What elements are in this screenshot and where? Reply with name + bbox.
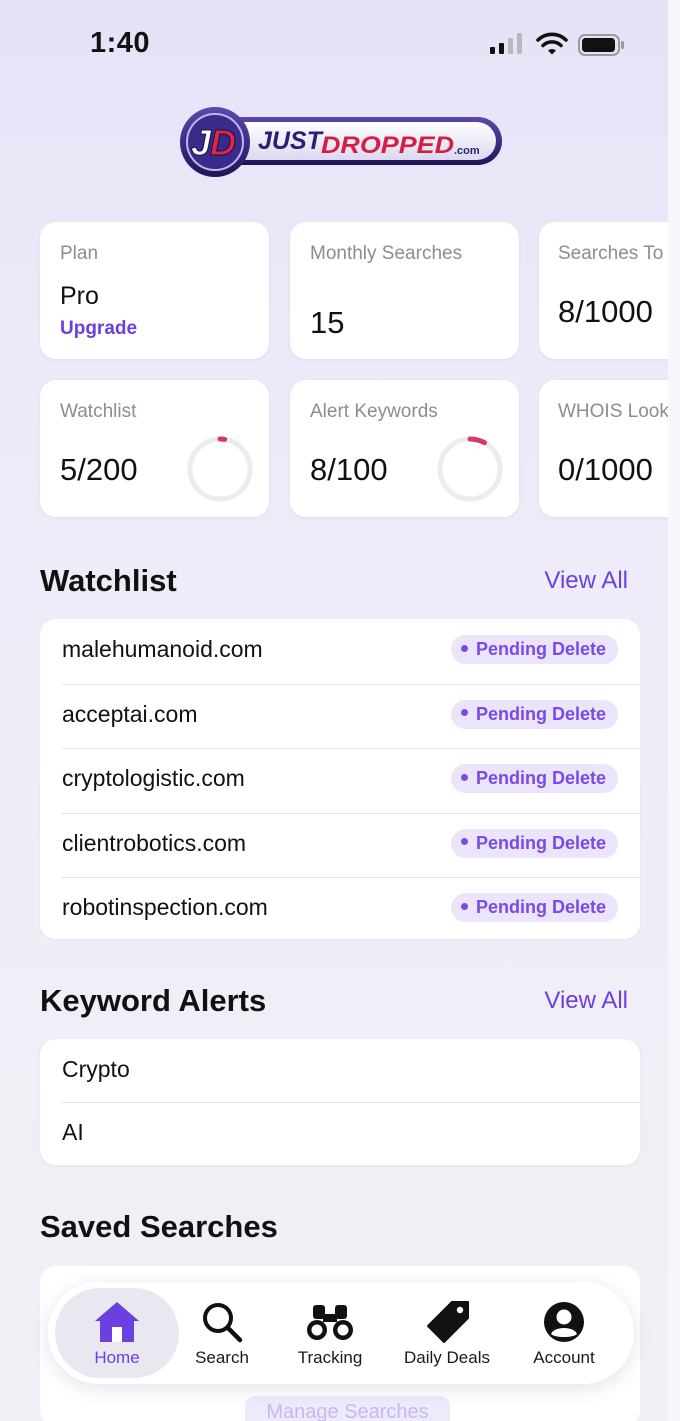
tag-icon [427,1301,469,1343]
saved-searches-heading: Saved Searches [40,1209,278,1244]
status-dot-icon [460,902,468,910]
logo-just: JUST [258,127,325,155]
plan-card: Plan Pro Upgrade [40,222,269,359]
svg-text:D: D [210,122,236,163]
status-badge: Pending Delete [450,764,618,793]
watchlist-row[interactable]: robotinspection.com Pending Delete [40,877,640,939]
watchlist-list: malehumanoid.com Pending Delete acceptai… [40,619,640,939]
tab-home-label: Home [94,1348,140,1367]
bottom-tab-bar: Home Search Tracking Daily Deals Account [48,1282,634,1384]
whois-lookups-card: WHOIS Look 0/1000 [539,380,668,517]
tab-account-label: Account [533,1348,595,1367]
watchlist-domain: clientrobotics.com [62,829,247,856]
cellular-signal-icon [490,33,522,54]
status-dot-icon [460,838,468,846]
watchlist-stat-value: 5/200 [60,452,138,487]
watchlist-row[interactable]: acceptai.com Pending Delete [40,683,640,749]
plan-label: Plan [60,243,99,264]
alert-keywords-progress-ring [437,436,503,502]
monthly-searches-label: Monthly Searches [310,243,463,264]
tab-daily-deals[interactable]: Daily Deals [388,1288,506,1378]
keyword-text: Crypto [62,1056,130,1082]
tab-search-label: Search [195,1348,249,1367]
tab-home[interactable]: Home [55,1288,179,1378]
status-time: 1:40 [90,27,151,59]
status-badge: Pending Delete [450,893,618,922]
status-dot-icon [460,644,468,652]
watchlist-domain: acceptai.com [62,700,198,727]
keyword-alerts-heading: Keyword Alerts [40,983,267,1018]
status-badge-text: Pending Delete [475,897,606,917]
watchlist-stat-label: Watchlist [60,401,137,422]
status-badge-text: Pending Delete [475,639,606,659]
status-badge-text: Pending Delete [475,768,606,788]
watchlist-domain: cryptologistic.com [62,765,245,791]
status-dot-icon [460,773,468,781]
keyword-text: AI [62,1119,84,1145]
status-badge: Pending Delete [450,635,618,664]
alert-keywords-value: 8/100 [310,452,388,487]
keyword-alerts-list: Crypto AI [40,1039,640,1165]
tab-tracking[interactable]: Tracking [280,1288,380,1378]
tab-account[interactable]: Account [518,1288,610,1378]
watchlist-progress-ring [187,436,253,502]
whois-lookups-label: WHOIS Look [558,401,668,422]
status-badge: Pending Delete [450,828,618,858]
status-badge-text: Pending Delete [475,703,606,724]
wifi-icon [536,32,568,55]
svg-text:J: J [191,122,212,163]
status-bar: 1:40 [0,0,668,90]
watchlist-row[interactable]: cryptologistic.com Pending Delete [40,748,640,813]
keyword-alerts-view-all-link[interactable]: View All [544,987,628,1015]
plan-value: Pro [60,282,99,310]
status-dot-icon [460,709,468,717]
binoculars-icon [307,1305,353,1340]
searches-today-card: Searches To 8/1000 [539,222,668,359]
watchlist-card: Watchlist 5/200 [40,380,269,517]
logo-tld: .com [454,145,480,157]
upgrade-link[interactable]: Upgrade [60,318,137,340]
search-icon [203,1303,243,1343]
home-screen: 1:40 J D JUST DROPPED .com Plan Pro Upgr… [0,0,668,1421]
monthly-searches-value: 15 [310,305,345,340]
searches-today-label: Searches To [558,243,664,264]
tab-search[interactable]: Search [178,1288,266,1378]
watchlist-domain: robotinspection.com [62,894,268,920]
status-badge-text: Pending Delete [475,832,606,853]
status-badge: Pending Delete [450,699,618,729]
account-icon [544,1302,584,1342]
right-edge-strip [668,0,680,1421]
justdropped-logo: J D JUST DROPPED .com [180,107,502,177]
watchlist-domain: malehumanoid.com [62,636,263,662]
watchlist-row[interactable]: clientrobotics.com Pending Delete [40,812,640,878]
logo-dropped: DROPPED [321,132,454,159]
manage-searches-button[interactable]: Manage Searches [245,1396,450,1421]
watchlist-view-all-link[interactable]: View All [544,567,628,595]
battery-icon [578,34,624,56]
home-icon [95,1302,139,1342]
tab-daily-deals-label: Daily Deals [404,1348,490,1367]
alert-keywords-card: Alert Keywords 8/100 [290,380,519,517]
watchlist-heading: Watchlist [40,563,177,598]
watchlist-row[interactable]: malehumanoid.com Pending Delete [40,619,640,684]
searches-today-value: 8/1000 [558,294,653,329]
monthly-searches-card: Monthly Searches 15 [290,222,519,359]
tab-tracking-label: Tracking [297,1348,363,1367]
alert-keywords-label: Alert Keywords [310,401,438,422]
keyword-row[interactable]: AI [40,1102,640,1165]
whois-lookups-value: 0/1000 [558,452,653,487]
keyword-row[interactable]: Crypto [40,1039,640,1102]
